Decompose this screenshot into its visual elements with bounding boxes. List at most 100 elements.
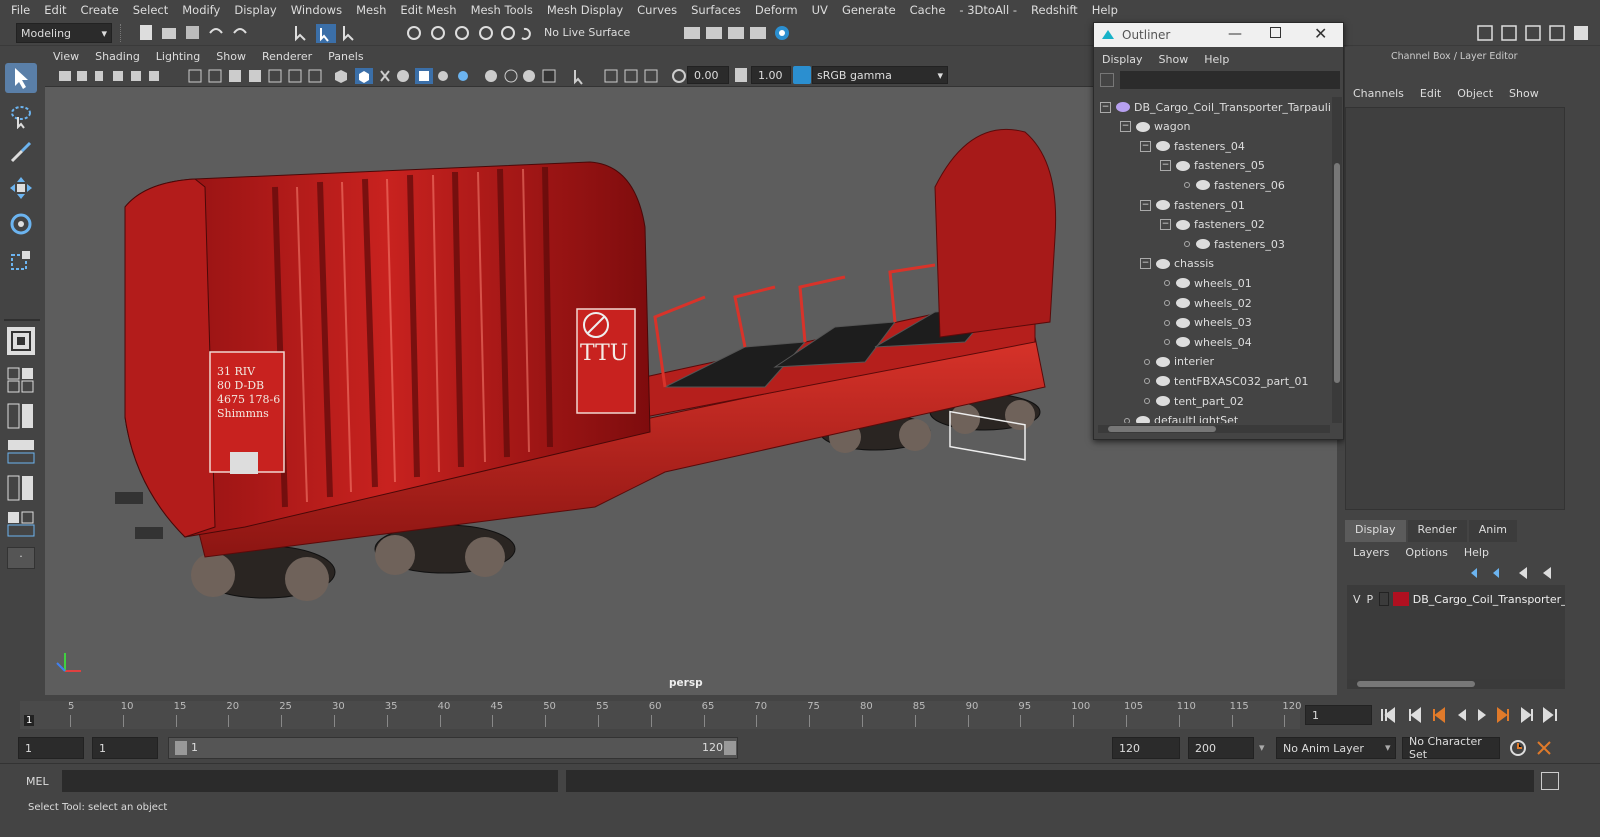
channel-menu-show[interactable]: Show <box>1501 87 1547 105</box>
layer-color-swatch[interactable] <box>1393 592 1409 606</box>
paint-select-tool-button[interactable] <box>5 137 37 167</box>
single-pane-layout-button[interactable] <box>7 327 35 355</box>
mode-dropdown[interactable]: Modeling ▾ <box>16 23 112 43</box>
panel-toggle-icons[interactable] <box>1476 23 1596 43</box>
channel-menu-object[interactable]: Object <box>1449 87 1501 105</box>
color-management-icon[interactable] <box>793 66 811 84</box>
layer-visibility-toggle[interactable]: V <box>1353 593 1361 606</box>
chevron-down-icon[interactable]: ▾ <box>1259 741 1265 754</box>
leaf-dot-icon[interactable] <box>1164 339 1170 346</box>
panel-menu-view[interactable]: View <box>45 50 87 63</box>
panel-menu-panels[interactable]: Panels <box>320 50 371 63</box>
select-tool-button[interactable] <box>5 63 37 93</box>
leaf-dot-icon[interactable] <box>1144 398 1150 404</box>
lasso-tool-button[interactable] <box>5 101 37 131</box>
menu-mesh-display[interactable]: Mesh Display <box>540 3 630 17</box>
minimize-icon[interactable]: — <box>1228 26 1242 42</box>
outliner-menu-display[interactable]: Display <box>1094 53 1151 66</box>
outliner-hscrollbar[interactable] <box>1098 425 1330 433</box>
layer-action-icons[interactable] <box>1467 565 1567 581</box>
menu-edit-mesh[interactable]: Edit Mesh <box>393 3 463 17</box>
leaf-dot-icon[interactable] <box>1144 358 1150 365</box>
panel-menu-show[interactable]: Show <box>208 50 254 63</box>
tab-anim[interactable]: Anim <box>1468 520 1517 542</box>
panel-menu-shading[interactable]: Shading <box>87 50 148 63</box>
leaf-dot-icon[interactable] <box>1184 241 1190 248</box>
menu-uv[interactable]: UV <box>805 3 835 17</box>
menu-display[interactable]: Display <box>227 3 283 17</box>
outliner-vscrollbar[interactable] <box>1332 97 1342 423</box>
menu-modify[interactable]: Modify <box>175 3 227 17</box>
more-layouts-button[interactable]: · <box>7 547 35 569</box>
leaf-dot-icon[interactable] <box>1144 378 1150 385</box>
menu-select[interactable]: Select <box>126 3 175 17</box>
exposure-field[interactable]: 0.00 <box>687 66 729 84</box>
maximize-icon[interactable] <box>1270 27 1281 38</box>
menu-curves[interactable]: Curves <box>630 3 684 17</box>
channel-menu-channels[interactable]: Channels <box>1345 87 1412 105</box>
auto-key-icons[interactable] <box>1508 738 1558 758</box>
range-end-handle[interactable] <box>724 741 736 755</box>
layer-menu-help[interactable]: Help <box>1456 546 1497 559</box>
tab-render[interactable]: Render <box>1407 520 1467 542</box>
leaf-dot-icon[interactable] <box>1164 280 1170 287</box>
mel-label[interactable]: MEL <box>26 775 49 788</box>
file-tools-icons[interactable] <box>138 23 258 43</box>
layer-menu-layers[interactable]: Layers <box>1345 546 1397 559</box>
leaf-dot-icon[interactable] <box>1184 182 1190 189</box>
panel-menu-lighting[interactable]: Lighting <box>148 50 208 63</box>
animation-end-field[interactable]: 200 <box>1188 737 1254 759</box>
time-slider[interactable]: 1 5 10 15 20 25 30 35 40 45 50 55 60 65 70 75 80 85 90 95 10… <box>0 697 1600 733</box>
outliner-layout-button[interactable] <box>7 439 35 465</box>
panel-menu-renderer[interactable]: Renderer <box>254 50 320 63</box>
timeline-start-marker[interactable]: 1 <box>24 715 35 726</box>
four-pane-layout-button[interactable] <box>7 367 35 393</box>
outliner-search-input[interactable] <box>1120 71 1340 89</box>
menu-cache[interactable]: Cache <box>903 3 953 17</box>
layer-row[interactable]: V P DB_Cargo_Coil_Transporter_Tarpaulin <box>1347 589 1565 609</box>
leaf-dot-icon[interactable] <box>1164 300 1170 306</box>
render-tools-icons[interactable] <box>682 23 802 43</box>
tab-display[interactable]: Display <box>1345 520 1406 542</box>
mel-input[interactable] <box>62 770 558 792</box>
graph-layout-button[interactable] <box>7 475 35 501</box>
leaf-dot-icon[interactable] <box>1124 417 1130 423</box>
hypershade-layout-button[interactable] <box>7 511 35 537</box>
snap-tools-icons[interactable] <box>404 23 534 43</box>
scale-tool-button[interactable] <box>5 245 37 275</box>
outliner-menu-show[interactable]: Show <box>1151 53 1197 66</box>
channel-menu-edit[interactable]: Edit <box>1412 87 1449 105</box>
collapse-icon[interactable]: − <box>1160 160 1171 172</box>
menu-3dtoall[interactable]: - 3DtoAll - <box>952 3 1024 17</box>
outliner-titlebar[interactable]: Outliner — ✕ <box>1094 23 1343 47</box>
menu-edit[interactable]: Edit <box>37 3 73 17</box>
range-slider[interactable]: 1 120 <box>168 737 738 759</box>
playback-controls[interactable] <box>1380 706 1560 724</box>
menu-surfaces[interactable]: Surfaces <box>684 3 748 17</box>
end-time-field[interactable]: 120 <box>1112 737 1180 759</box>
rotate-tool-button[interactable] <box>5 209 37 239</box>
move-tool-button[interactable] <box>5 173 37 203</box>
outliner-menu-help[interactable]: Help <box>1196 53 1237 66</box>
layer-playback-toggle[interactable]: P <box>1367 593 1374 606</box>
layer-hscrollbar[interactable] <box>1347 679 1565 689</box>
timeline-ruler[interactable]: 1 5 10 15 20 25 30 35 40 45 50 55 60 65 70 75 80 85 90 95 10… <box>20 701 1301 729</box>
filter-icon[interactable] <box>1100 73 1114 87</box>
collapse-icon[interactable]: − <box>1100 101 1111 113</box>
menu-generate[interactable]: Generate <box>835 3 903 17</box>
collapse-icon[interactable]: − <box>1140 258 1151 270</box>
gamma-field[interactable]: 1.00 <box>751 66 791 84</box>
character-set-dropdown[interactable]: No Character Set <box>1402 735 1500 761</box>
current-frame-field[interactable]: 1 <box>1305 705 1372 725</box>
menu-create[interactable]: Create <box>74 3 126 17</box>
collapse-icon[interactable]: − <box>1120 121 1131 133</box>
channel-list[interactable] <box>1345 107 1565 510</box>
split-layout-button[interactable] <box>7 403 35 429</box>
menu-file[interactable]: File <box>4 3 37 17</box>
menu-deform[interactable]: Deform <box>748 3 805 17</box>
live-surface-label[interactable]: No Live Surface <box>544 26 630 39</box>
viewport-shelf-icons[interactable] <box>55 67 695 85</box>
anim-layer-dropdown[interactable]: No Anim Layer <box>1276 737 1396 759</box>
chevron-down-icon[interactable]: ▾ <box>1385 741 1391 754</box>
close-icon[interactable]: ✕ <box>1314 24 1327 43</box>
